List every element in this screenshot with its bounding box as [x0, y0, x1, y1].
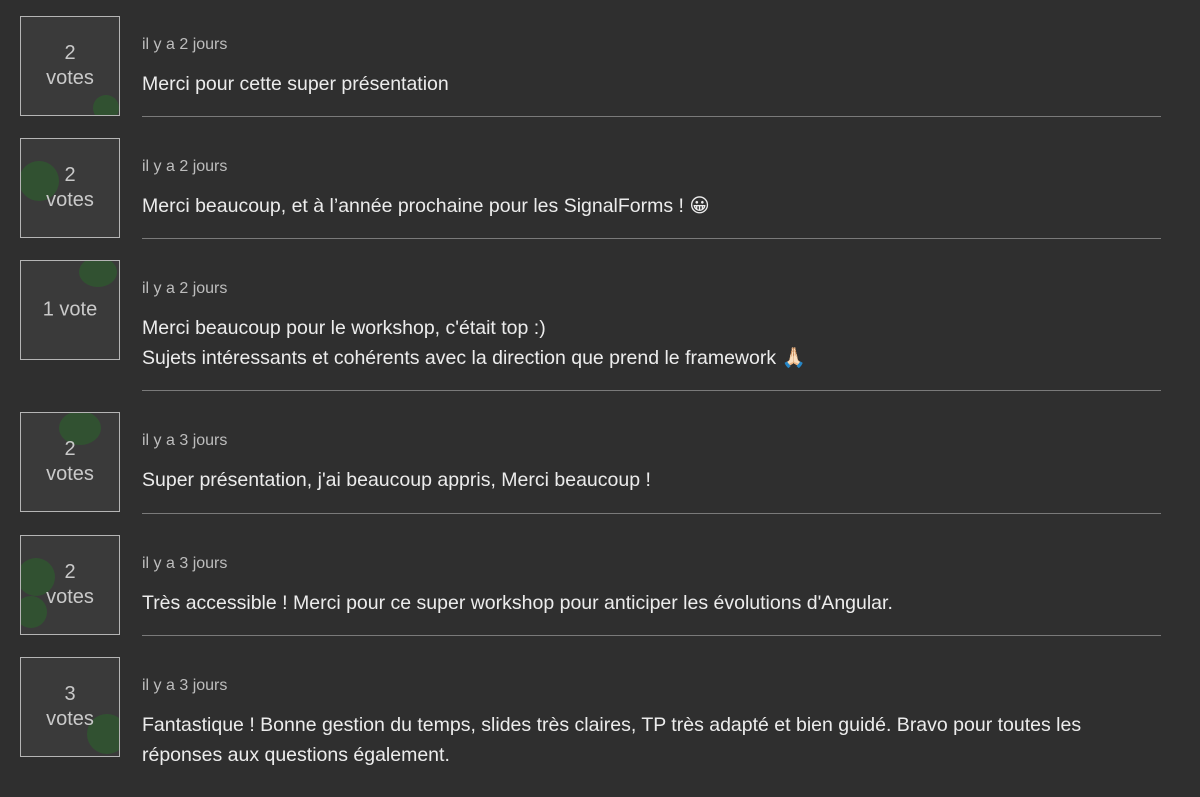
vote-button[interactable]: 2 votes	[20, 412, 120, 512]
vote-count-number: 3	[64, 683, 76, 705]
vote-count-number: 1 vote	[42, 298, 98, 321]
vote-button[interactable]: 2 votes	[20, 16, 120, 116]
comment-text: Fantastique ! Bonne gestion du temps, sl…	[142, 714, 1082, 766]
vote-count-unit: votes	[46, 463, 94, 485]
comment-timestamp: il y a 2 jours	[142, 158, 228, 175]
comment-divider	[142, 635, 1161, 636]
vote-count: 2 votes	[21, 560, 119, 610]
vote-count: 1 vote	[21, 298, 119, 323]
vote-count: 2 votes	[21, 163, 119, 213]
comment-timestamp: il y a 2 jours	[142, 36, 228, 53]
vote-button[interactable]: 1 vote	[20, 260, 120, 360]
vote-count-number: 2	[64, 164, 76, 186]
vote-count: 3 votes	[21, 682, 119, 732]
comment-text: Super présentation, j'ai beaucoup appris…	[142, 469, 651, 491]
comment-divider	[142, 390, 1161, 391]
vote-count-unit: votes	[46, 708, 94, 730]
vote-count-unit: votes	[46, 189, 94, 211]
comment-divider	[142, 238, 1161, 239]
vote-count-number: 2	[64, 438, 76, 460]
vote-button[interactable]: 3 votes	[20, 657, 120, 757]
comment-divider	[142, 513, 1161, 514]
comment-timestamp: il y a 3 jours	[142, 555, 228, 572]
comment-timestamp: il y a 3 jours	[142, 677, 228, 694]
comment-text: Merci beaucoup pour le workshop, c'était…	[142, 317, 806, 369]
comment-text: Très accessible ! Merci pour ce super wo…	[142, 592, 893, 614]
comment-text: Merci beaucoup, et à l’année prochaine p…	[142, 195, 710, 217]
vote-count-number: 2	[64, 42, 76, 64]
vote-count-number: 2	[64, 561, 76, 583]
comment-timestamp: il y a 3 jours	[142, 432, 228, 449]
comments-list: 2 votes il y a 2 jours Merci pour cette …	[0, 0, 1200, 797]
vote-count: 2 votes	[21, 41, 119, 91]
vote-count: 2 votes	[21, 437, 119, 487]
comment-timestamp: il y a 2 jours	[142, 280, 228, 297]
vote-count-unit: votes	[46, 586, 94, 608]
vote-count-unit: votes	[46, 67, 94, 89]
vote-button[interactable]: 2 votes	[20, 535, 120, 635]
comment-divider	[142, 116, 1161, 117]
comment-text: Merci pour cette super présentation	[142, 73, 449, 95]
vote-button[interactable]: 2 votes	[20, 138, 120, 238]
